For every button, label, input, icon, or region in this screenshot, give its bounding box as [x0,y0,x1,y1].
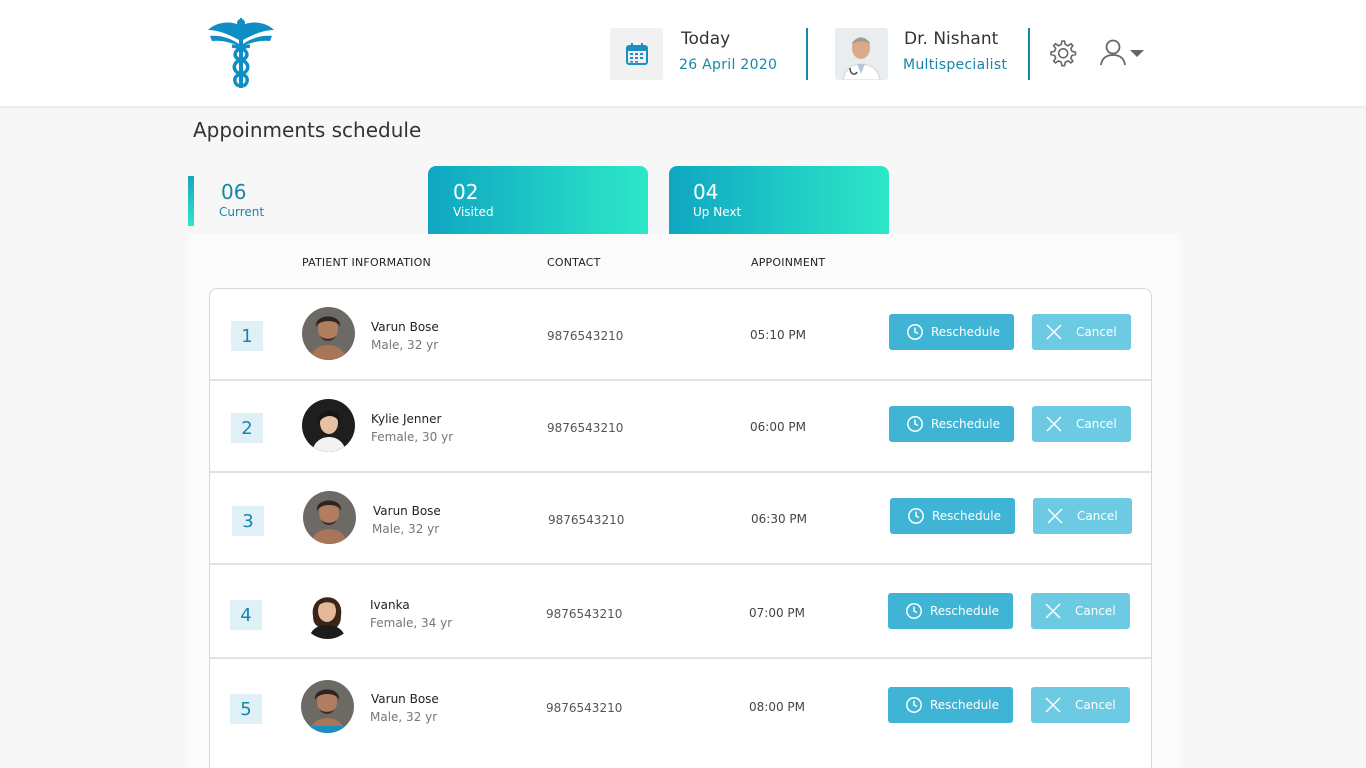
patient-avatar [302,307,355,360]
caduceus-logo[interactable] [206,16,276,90]
table-row: 2 Kylie Jenner Female, 30 yr 9876543210 … [210,381,1151,473]
patient-contact: 9876543210 [548,513,625,527]
divider [806,28,808,80]
patient-name: Ivanka [370,598,410,612]
calendar-button[interactable] [610,28,663,80]
row-index: 4 [230,600,262,630]
patient-name: Varun Bose [371,692,439,706]
patient-avatar [301,680,354,733]
cancel-button[interactable]: Cancel [1031,593,1130,629]
cancel-label: Cancel [1075,604,1116,618]
patient-contact: 9876543210 [547,421,624,435]
reschedule-label: Reschedule [930,698,999,712]
tab-count: 04 [693,180,719,204]
table-row: 4 Ivanka Female, 34 yr 9876543210 07:00 … [210,565,1151,659]
user-icon[interactable] [1099,38,1127,68]
page-title: Appoinments schedule [193,118,422,142]
cancel-button[interactable]: Cancel [1032,406,1131,442]
reschedule-button[interactable]: Reschedule [889,406,1014,442]
appointment-time: 07:00 PM [749,606,805,620]
patient-name: Kylie Jenner [371,412,442,426]
row-index: 5 [230,694,262,724]
tab-label: Up Next [693,205,742,219]
cancel-button[interactable]: Cancel [1033,498,1132,534]
divider [1028,28,1030,80]
tab-visited[interactable]: 02 Visited [428,166,648,234]
clock-icon [907,416,923,432]
patient-meta: Female, 34 yr [370,616,453,630]
close-icon [1045,603,1061,619]
row-index: 1 [231,321,263,351]
patient-avatar [303,491,356,544]
reschedule-label: Reschedule [931,417,1000,431]
today-date: 26 April 2020 [679,57,778,73]
appointment-time: 06:30 PM [751,512,807,526]
patient-meta: Male, 32 yr [371,338,439,352]
chevron-down-icon[interactable] [1130,50,1144,57]
top-bar: Today 26 April 2020 Dr. Nishant Multispe… [0,0,1366,106]
column-header-appointment: APPOINMENT [751,256,826,269]
cancel-label: Cancel [1077,509,1118,523]
reschedule-button[interactable]: Reschedule [890,498,1015,534]
clock-icon [906,603,922,619]
cancel-label: Cancel [1076,417,1117,431]
reschedule-button[interactable]: Reschedule [888,593,1013,629]
patient-avatar [301,586,354,639]
patient-meta: Male, 32 yr [370,710,438,724]
column-header-contact: CONTACT [547,256,601,269]
tab-current[interactable]: 06 Current [188,166,408,234]
row-index: 2 [231,413,263,443]
tab-up-next[interactable]: 04 Up Next [669,166,889,234]
table-row: 1 Varun Bose Male, 32 yr 9876543210 05:1… [210,289,1151,381]
tab-count: 06 [221,180,247,204]
patient-meta: Female, 30 yr [371,430,454,444]
appointment-list: 1 Varun Bose Male, 32 yr 9876543210 05:1… [209,288,1152,768]
appointment-time: 05:10 PM [750,328,806,342]
close-icon [1047,508,1063,524]
tab-label: Current [219,205,265,219]
reschedule-label: Reschedule [930,604,999,618]
doctor-name: Dr. Nishant [904,29,999,49]
reschedule-label: Reschedule [932,509,1001,523]
active-tab-indicator [188,176,194,226]
clock-icon [906,697,922,713]
appointment-time: 06:00 PM [750,420,806,434]
doctor-avatar[interactable] [835,28,888,80]
tab-count: 02 [453,180,479,204]
patient-contact: 9876543210 [546,701,623,715]
close-icon [1045,697,1061,713]
patient-name: Varun Bose [373,504,441,518]
patient-meta: Male, 32 yr [372,522,440,536]
today-label: Today [681,29,731,49]
cancel-label: Cancel [1076,325,1117,339]
row-index: 3 [232,506,264,536]
tab-label: Visited [453,205,494,219]
close-icon [1046,416,1062,432]
patient-name: Varun Bose [371,320,439,334]
gear-icon[interactable] [1047,38,1077,68]
close-icon [1046,324,1062,340]
table-row: 5 Varun Bose Male, 32 yr 9876543210 08:0… [210,659,1151,768]
reschedule-button[interactable]: Reschedule [889,314,1014,350]
cancel-label: Cancel [1075,698,1116,712]
table-row: 3 Varun Bose Male, 32 yr 9876543210 06:3… [210,473,1151,565]
reschedule-button[interactable]: Reschedule [888,687,1013,723]
clock-icon [908,508,924,524]
patient-contact: 9876543210 [547,329,624,343]
patient-contact: 9876543210 [546,607,623,621]
cancel-button[interactable]: Cancel [1031,687,1130,723]
doctor-specialty: Multispecialist [903,57,1008,73]
appointment-time: 08:00 PM [749,700,805,714]
cancel-button[interactable]: Cancel [1032,314,1131,350]
patient-avatar [302,399,355,452]
reschedule-label: Reschedule [931,325,1000,339]
column-header-patient: PATIENT INFORMATION [302,256,431,269]
calendar-icon [625,43,648,65]
clock-icon [907,324,923,340]
